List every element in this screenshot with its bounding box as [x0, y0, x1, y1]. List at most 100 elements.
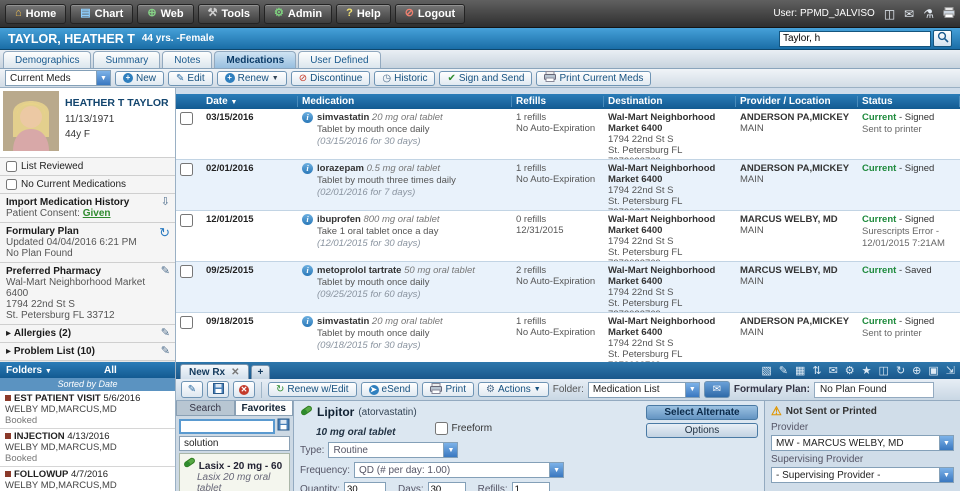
pencil-icon[interactable]: ✎ [161, 328, 170, 339]
tab-notes[interactable]: Notes [162, 51, 213, 68]
actions-button[interactable]: ⚙ Actions ▼ [478, 382, 549, 397]
close-icon[interactable]: ✕ [231, 367, 239, 378]
nav-help-button[interactable]: ? Help [336, 3, 391, 24]
settings-icon[interactable]: ⚙ [845, 366, 855, 377]
nav-logout-button[interactable]: ⊘ Logout [394, 3, 466, 24]
renew-with-edit-button[interactable]: ↻ Renew w/Edit [268, 382, 357, 397]
case-icon[interactable]: ▧ [761, 366, 771, 377]
rx-search-input[interactable] [179, 418, 275, 434]
refills-input[interactable] [511, 482, 550, 491]
list-item[interactable]: EST PATIENT VISIT 5/6/2016 WELBY MD,MARC… [0, 391, 175, 429]
consent-link[interactable]: Given [83, 208, 111, 219]
folders-dropdown[interactable]: Folders ▼ [6, 365, 52, 376]
row-checkbox[interactable] [180, 316, 193, 329]
header-provider[interactable]: Provider / Location [736, 96, 858, 107]
header-refills[interactable]: Refills [512, 96, 604, 107]
nav-web-button[interactable]: ⊕ Web [137, 3, 194, 24]
message-button[interactable]: ✉ [703, 381, 730, 398]
select-alternate-button[interactable]: Select Alternate [646, 405, 758, 420]
tab-user-defined[interactable]: User Defined [298, 51, 381, 68]
new-icon[interactable]: ⊕ [912, 366, 921, 377]
tab-favorites[interactable]: Favorites [234, 401, 293, 416]
no-current-meds-checkbox[interactable] [6, 179, 17, 190]
refresh-icon[interactable]: ↻ [896, 366, 905, 377]
info-icon[interactable]: i [302, 214, 313, 225]
print-button[interactable]: Print [422, 382, 475, 397]
pencil-icon[interactable]: ✎ [161, 266, 170, 277]
import-icon[interactable]: ⇩ [161, 197, 170, 208]
edit-med-button[interactable]: ✎ Edit [168, 70, 213, 86]
meds-filter-select[interactable]: Current Meds ▼ [5, 70, 111, 86]
renew-med-button[interactable]: + Renew ▼ [216, 70, 287, 86]
provider-select[interactable]: MW - MARCUS WELBY, MD ▼ [771, 435, 954, 451]
row-checkbox[interactable] [180, 265, 193, 278]
folder-select[interactable]: Medication List ▼ [587, 381, 700, 398]
refresh-icon[interactable]: ↻ [159, 226, 170, 239]
info-icon[interactable]: i [302, 265, 313, 276]
header-date[interactable]: Date ▼ [202, 96, 298, 107]
problem-list-section[interactable]: ▸ Problem List (10) ✎ [0, 343, 175, 361]
header-destination[interactable]: Destination [604, 96, 736, 107]
options-button[interactable]: Options [646, 423, 758, 438]
list-item[interactable]: INJECTION 4/13/2016 WELBY MD,MARCUS,MD B… [0, 429, 175, 467]
rx-cancel-button[interactable]: ✕ [233, 381, 255, 398]
header-status[interactable]: Status [858, 96, 960, 107]
patient-search-button[interactable] [933, 30, 952, 47]
supervising-provider-select[interactable]: - Supervising Provider - ▼ [771, 467, 954, 483]
new-med-button[interactable]: + New [115, 70, 165, 86]
print-current-meds-button[interactable]: Print Current Meds [536, 70, 652, 86]
list-reviewed-checkbox[interactable] [6, 161, 17, 172]
grid-icon[interactable]: ▦ [795, 366, 805, 377]
nav-chart-button[interactable]: ▤ Chart [70, 3, 134, 24]
tab-new-rx[interactable]: New Rx ✕ [180, 364, 249, 379]
nav-home-button[interactable]: ⌂ Home [5, 3, 67, 24]
header-medication[interactable]: Medication [298, 96, 512, 107]
discontinue-med-button[interactable]: ⊘ Discontinue [290, 70, 371, 86]
tab-summary[interactable]: Summary [93, 51, 161, 68]
table-row[interactable]: 12/01/2015 i ibuprofen 800 mg oral table… [176, 211, 960, 262]
edit-icon[interactable]: ✎ [779, 366, 788, 377]
tab-demographics[interactable]: Demographics [3, 51, 92, 68]
patient-search-input[interactable] [779, 30, 931, 47]
pencil-icon[interactable]: ✎ [161, 346, 170, 357]
historic-med-button[interactable]: ◷ Historic [374, 70, 436, 86]
allergies-section[interactable]: ▸ Allergies (2) ✎ [0, 325, 175, 343]
save-search-icon[interactable] [277, 418, 290, 434]
tab-medications[interactable]: Medications [214, 51, 297, 68]
nav-tools-button[interactable]: ⚒ Tools [197, 3, 260, 24]
table-row[interactable]: 09/18/2015 i simvastatin 20 mg oral tabl… [176, 313, 960, 362]
tab-search[interactable]: Search [176, 401, 235, 416]
type-select[interactable]: Routine ▼ [328, 442, 459, 458]
window-icon[interactable]: ◫ [879, 366, 889, 377]
rx-edit-button[interactable]: ✎ [181, 381, 203, 398]
folders-all-filter[interactable]: All [104, 365, 117, 376]
row-checkbox[interactable] [180, 112, 193, 125]
rx-save-button[interactable] [207, 381, 229, 398]
lab-icon[interactable]: ⚗ [923, 8, 934, 20]
search-suggestion[interactable]: solution [179, 436, 290, 451]
frequency-select[interactable]: QD (# per day: 1.00) ▼ [354, 462, 565, 478]
list-item[interactable]: FOLLOWUP 4/7/2016 WELBY MD,MARCUS,MD [0, 467, 175, 491]
printer-icon[interactable] [943, 7, 955, 20]
mail-icon[interactable]: ✉ [829, 366, 838, 377]
row-checkbox[interactable] [180, 214, 193, 227]
info-icon[interactable]: i [302, 163, 313, 174]
expand-icon[interactable]: ⇲ [946, 366, 955, 377]
panel-icon[interactable]: ▣ [928, 366, 938, 377]
table-row[interactable]: 03/15/2016 i simvastatin 20 mg oral tabl… [176, 109, 960, 160]
nav-admin-button[interactable]: ⚙ Admin [264, 3, 333, 24]
sort-icon[interactable]: ⇅ [812, 366, 821, 377]
row-checkbox[interactable] [180, 163, 193, 176]
freeform-checkbox[interactable] [435, 422, 449, 435]
mail-icon[interactable]: ✉ [904, 8, 914, 20]
quantity-input[interactable] [344, 482, 387, 491]
favorites-icon[interactable]: ★ [862, 366, 872, 377]
info-icon[interactable]: i [302, 316, 313, 327]
esend-button[interactable]: ➤ eSend [360, 382, 419, 397]
table-row[interactable]: 02/01/2016 i lorazepam 0.5 mg oral table… [176, 160, 960, 211]
table-row[interactable]: 09/25/2015 i metoprolol tartrate 50 mg o… [176, 262, 960, 313]
building-icon[interactable]: ◫ [884, 8, 895, 20]
favorite-item[interactable]: Lasix - 20 mg - 60 Lasix 20 mg oral tabl… [183, 456, 286, 491]
sign-and-send-button[interactable]: ✔ Sign and Send [439, 70, 533, 86]
add-tab-button[interactable]: + [250, 365, 271, 379]
